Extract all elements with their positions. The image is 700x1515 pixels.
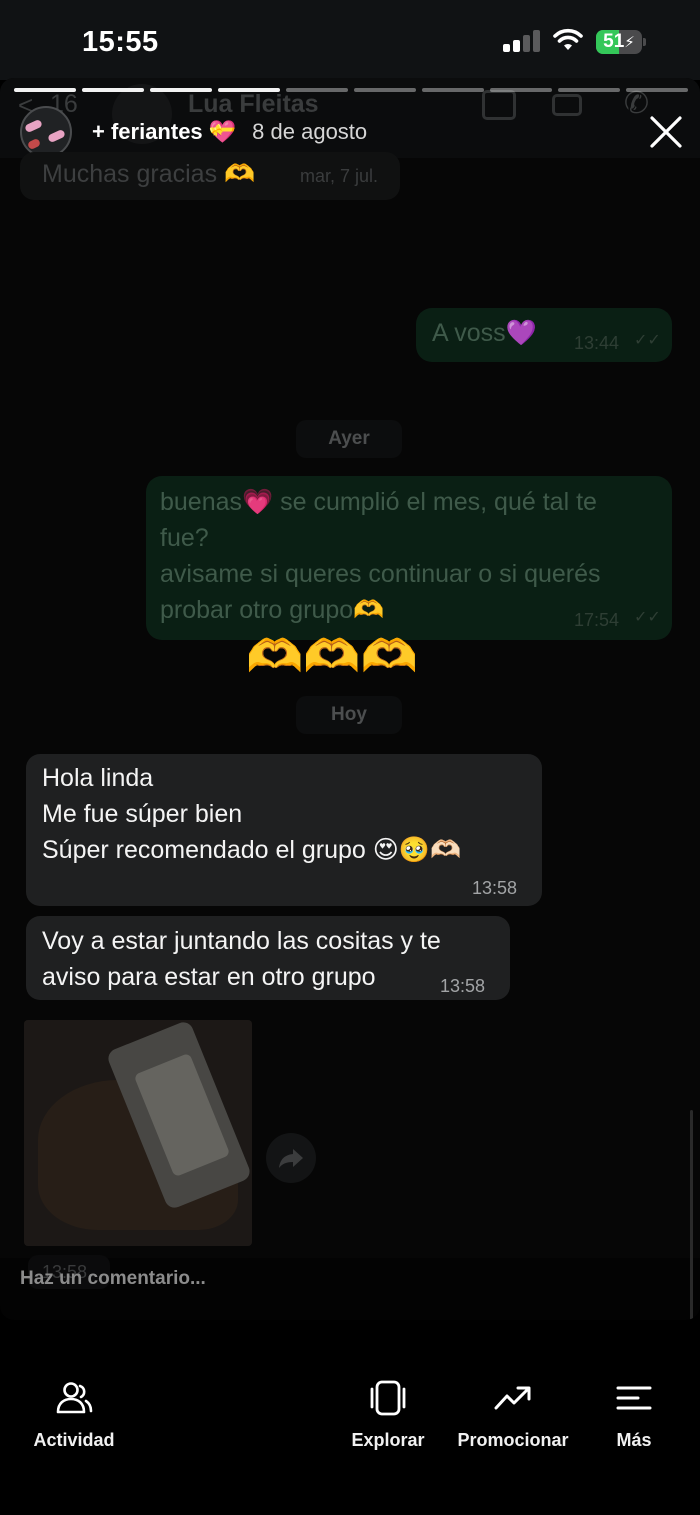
read-ticks-icon: ✓✓ [634, 332, 661, 349]
bottom-nav: Actividad Explorar Promocionar Más [0, 1330, 700, 1515]
image-message [24, 1020, 252, 1246]
story-date: 8 de agosto [252, 119, 368, 144]
message-time: 13:58 [472, 878, 518, 898]
status-time: 15:55 [82, 26, 159, 58]
day-separator: Hoy [331, 704, 367, 725]
message-text: Hola linda Me fue súper bien Súper recom… [42, 764, 462, 864]
progress-segment [354, 88, 416, 92]
read-ticks-icon: ✓✓ [634, 609, 661, 626]
menu-lines-icon [616, 1386, 652, 1410]
progress-segment [150, 88, 212, 92]
trending-up-icon [494, 1386, 531, 1410]
progress-segment [422, 88, 484, 92]
author-name[interactable]: + feriantes 💝 [92, 119, 236, 145]
scrollbar [690, 1110, 693, 1320]
nav-label: Actividad [33, 1430, 115, 1450]
status-bar: 15:55 51⚡ [0, 0, 700, 80]
nav-label: Más [616, 1430, 652, 1450]
progress-segment [626, 88, 688, 92]
people-icon [56, 1382, 93, 1414]
nav-explorar[interactable]: Explorar [338, 1330, 438, 1460]
progress-segment [490, 88, 552, 92]
nav-label: Promocionar [457, 1430, 569, 1450]
contact-card-icon [482, 90, 516, 120]
message-text: A voss💜 [432, 319, 537, 347]
message-time: 13:44 [574, 333, 620, 353]
message-text: buenas💗 se cumplió el mes, qué tal te fu… [160, 488, 601, 624]
message-time: mar, 7 jul. [300, 166, 379, 186]
progress-segment [286, 88, 348, 92]
heart-hands-sticker: 🫶🫶🫶 [246, 630, 418, 682]
comment-input[interactable]: Haz un comentario... [20, 1268, 206, 1290]
chat-screenshot: Muchas gracias 🫶 mar, 7 jul. A voss💜 13:… [0, 152, 700, 1289]
nav-actividad[interactable]: Actividad [14, 1330, 134, 1460]
story-progress [14, 88, 688, 92]
close-icon[interactable] [646, 112, 686, 152]
day-separator: Ayer [328, 428, 370, 449]
nav-promocionar[interactable]: Promocionar [448, 1330, 578, 1460]
phone-frame-icon [370, 1380, 406, 1416]
progress-segment [82, 88, 144, 92]
story-author[interactable]: + feriantes 💝 8 de agosto [20, 106, 367, 158]
message-text: Muchas gracias 🫶 [42, 160, 256, 188]
battery-icon: 51⚡ [596, 30, 646, 54]
wifi-icon [553, 28, 583, 50]
progress-segment [218, 88, 280, 92]
story-viewer[interactable]: < 16 Lua Fleitas ✆ + feriantes 💝 8 de ag… [0, 78, 700, 1320]
nav-mas[interactable]: Más [594, 1330, 674, 1460]
progress-segment [14, 88, 76, 92]
cellular-signal-icon [503, 30, 541, 52]
progress-segment [558, 88, 620, 92]
author-avatar[interactable] [20, 106, 72, 158]
video-call-icon [552, 94, 582, 116]
message-text: Voy a estar juntando las cositas y te av… [42, 927, 441, 991]
battery-percent: 51 [603, 31, 625, 52]
message-time: 13:58 [440, 976, 486, 996]
forward-icon [266, 1133, 316, 1183]
nav-label: Explorar [351, 1430, 425, 1450]
message-time: 17:54 [574, 610, 620, 630]
